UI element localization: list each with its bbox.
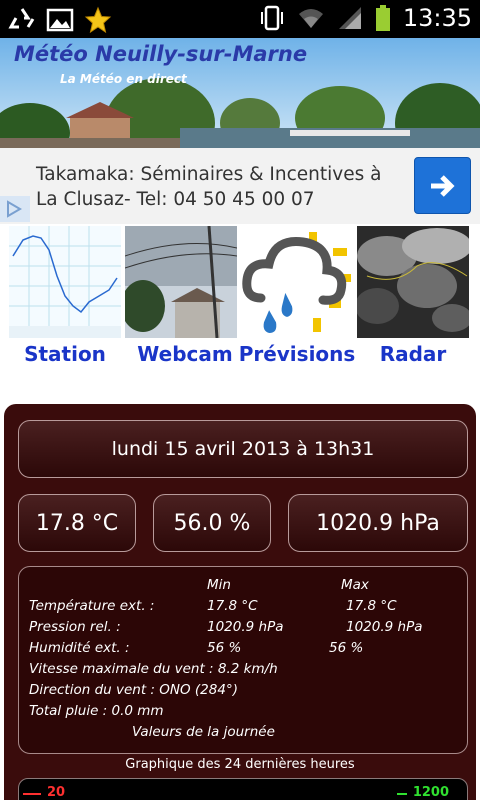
site-title: Météo Neuilly-sur-Marne [14,42,308,66]
star-icon [84,6,112,34]
image-icon [46,8,74,32]
recycle-icon [8,8,35,29]
humidity-value: 56.0 % [173,510,251,536]
row-min: 56 % [207,640,242,656]
ad-text[interactable]: Takamaka: Séminaires & Incentives à La C… [36,162,406,212]
site-subtitle: La Météo en direct [60,72,187,86]
wind-direction-text: Direction du vent : ONO (284°) [29,682,238,698]
rain-total-text: Total pluie : 0.0 mm [29,703,164,719]
graph-right-axis-label: 1200 [412,785,449,800]
col-min-header: Min [207,577,231,593]
row-max: 17.8 °C [346,598,397,614]
signal-icon [338,7,361,29]
daily-details-box: Min Max Température ext. : 17.8 °C 17.8 … [18,566,468,754]
graph-24h: 20 1200 [18,778,468,800]
battery-icon [375,5,390,31]
details-footer: Valeurs de la journée [132,724,275,740]
graph-title: Graphique des 24 dernières heures [125,757,355,772]
temperature-value: 17.8 °C [35,510,119,536]
ad-banner[interactable]: Takamaka: Séminaires & Incentives à La C… [0,148,480,224]
arrow-right-icon [430,174,455,197]
row-max: 1020.9 hPa [346,619,423,635]
ad-choices-icon[interactable] [0,196,30,222]
row-label: Température ext. : [29,598,155,614]
humidity-box: 56.0 % [153,494,271,552]
station-chart-thumbnail[interactable] [9,226,121,338]
webcam-thumbnail[interactable] [125,226,237,338]
graph-right-tick [397,793,407,795]
nav-previsions-link[interactable]: Prévisions [237,342,357,366]
date-text: lundi 15 avril 2013 à 13h31 [111,438,375,460]
wifi-icon [298,9,323,28]
forecast-cloud-thumbnail[interactable] [241,226,353,338]
clock: 13:35 [402,4,472,32]
radar-thumbnail[interactable] [357,226,469,338]
col-max-header: Max [341,577,369,593]
nav-webcam-link[interactable]: Webcam [125,342,245,366]
status-bar: 13:35 [0,0,480,38]
row-min: 17.8 °C [207,598,258,614]
header-banner: Météo Neuilly-sur-Marne La Météo en dire… [0,38,480,148]
nav-thumbnails: Station Webcam Prévisions Radar [0,224,480,372]
graph-left-tick [23,793,41,795]
temperature-box: 17.8 °C [18,494,136,552]
screen: { "status_bar": { "time": "13:35", "left… [0,0,480,800]
pressure-value: 1020.9 hPa [316,510,440,536]
row-label: Humidité ext. : [29,640,130,656]
nav-radar-link[interactable]: Radar [357,342,469,366]
ad-open-button[interactable] [414,157,471,214]
graph-left-axis-label: 20 [47,785,66,800]
wind-max-text: Vitesse maximale du vent : 8.2 km/h [29,661,278,677]
row-min: 1020.9 hPa [207,619,284,635]
nav-station-link[interactable]: Station [9,342,121,366]
pressure-box: 1020.9 hPa [288,494,468,552]
vibrate-icon [260,5,283,31]
date-display: lundi 15 avril 2013 à 13h31 [18,420,468,478]
row-label: Pression rel. : [29,619,121,635]
row-max: 56 % [329,640,364,656]
